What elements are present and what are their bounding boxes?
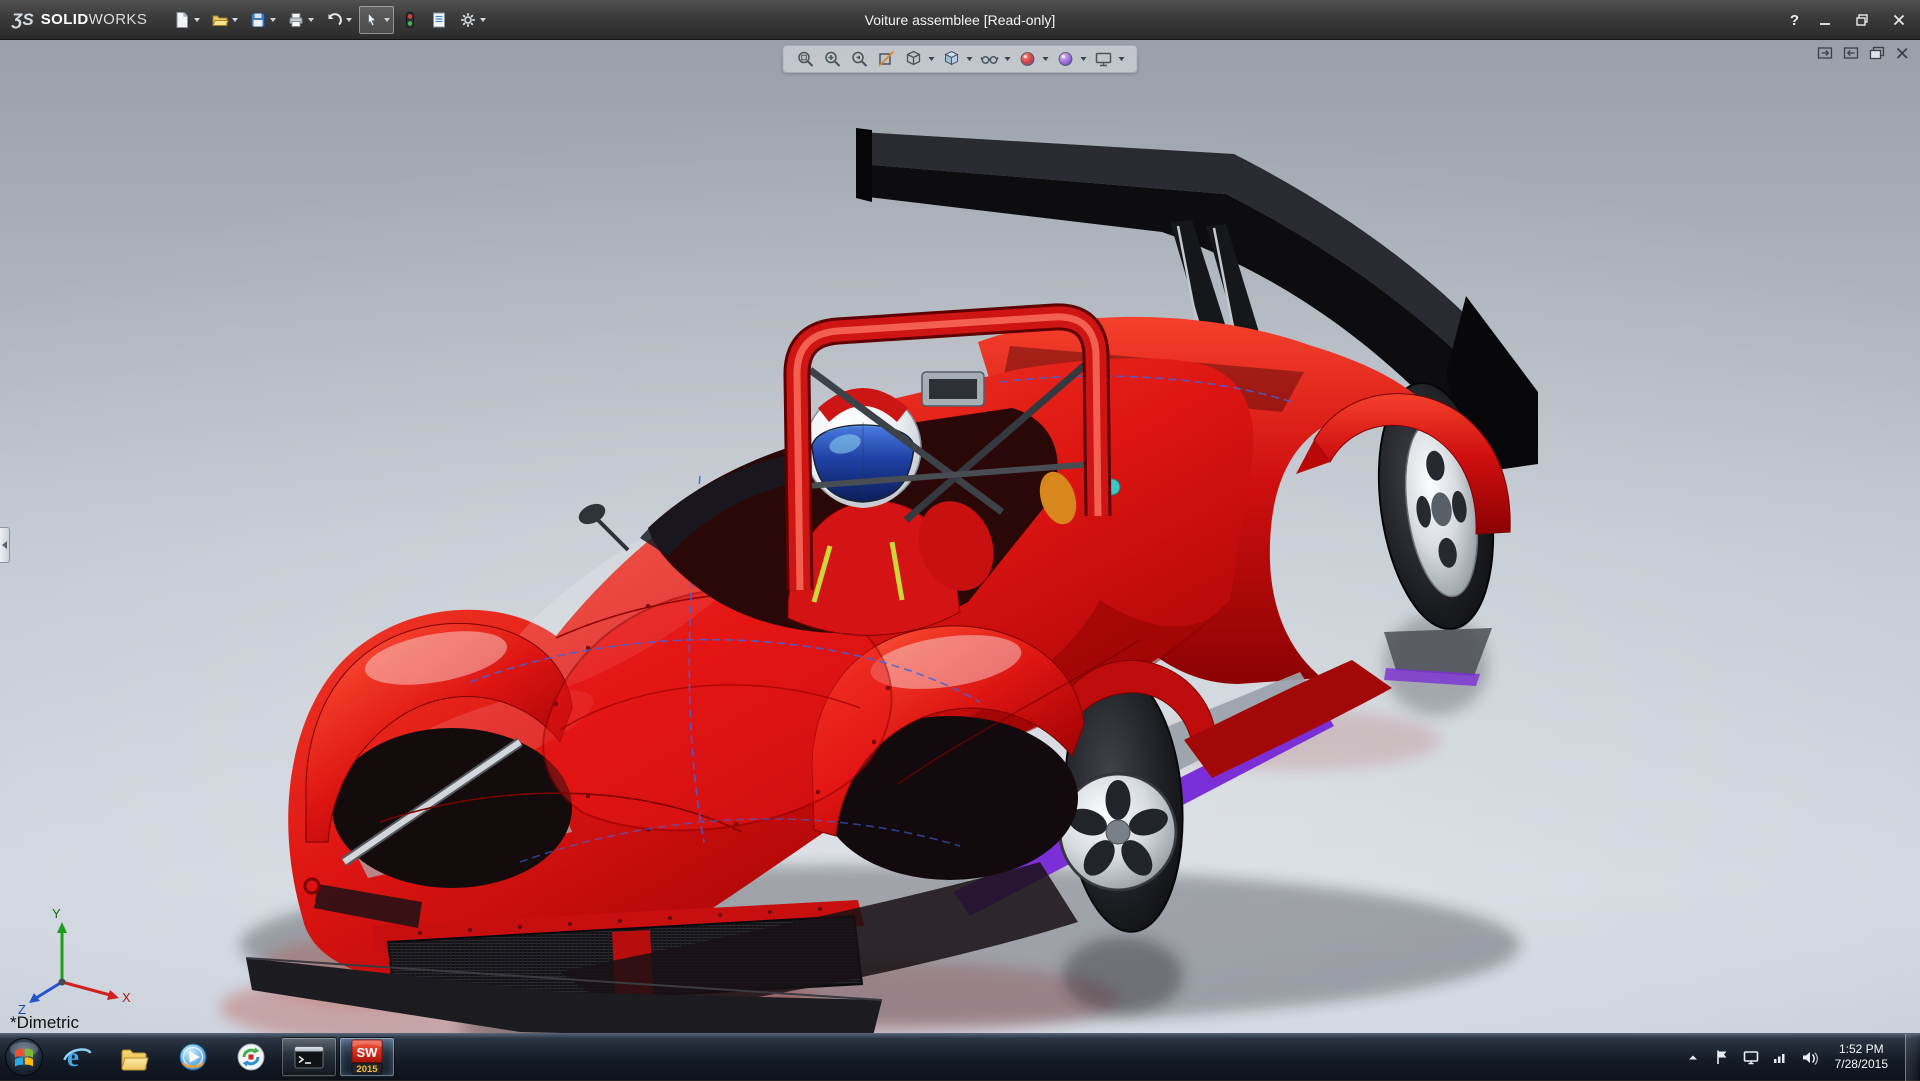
taskbar-command-prompt[interactable] [281, 1037, 337, 1077]
dropdown-caret-icon [194, 18, 200, 22]
windows-start-orb-icon [4, 1037, 44, 1077]
quick-access-toolbar [169, 6, 490, 34]
close-button[interactable] [1888, 9, 1910, 31]
window-title: Voiture assemblee [Read-only] [320, 12, 1600, 28]
dropdown-caret-icon [270, 18, 276, 22]
pane-right-button[interactable] [1843, 46, 1860, 66]
solidworks-2015-icon: SW 2015 [349, 1038, 385, 1076]
undo-button[interactable] [321, 6, 356, 34]
internet-explorer-icon: e [61, 1041, 93, 1073]
start-button[interactable] [0, 1034, 48, 1081]
taskbar-media-player[interactable] [165, 1037, 221, 1077]
dropdown-caret-icon [1005, 57, 1011, 61]
view-settings-button[interactable] [1094, 49, 1125, 69]
svg-text:2015: 2015 [356, 1064, 378, 1075]
minimize-button[interactable] [1814, 9, 1836, 31]
apply-scene-button[interactable] [1056, 49, 1087, 69]
section-view-button[interactable] [877, 49, 897, 69]
zoom-to-fit-button[interactable] [796, 49, 816, 69]
cascade-panes-button[interactable] [1869, 46, 1886, 66]
print-icon [287, 11, 305, 29]
solidworks-brand: ƷS SOLIDWORKS [0, 0, 161, 40]
dropdown-caret-icon [929, 57, 935, 61]
display-icon[interactable] [1742, 1048, 1760, 1066]
titlebar: ƷS SOLIDWORKS [0, 0, 1920, 40]
undo-arrow-icon [325, 11, 343, 29]
volume-icon[interactable] [1800, 1048, 1818, 1066]
select-tool-button[interactable] [359, 6, 394, 34]
close-pane-button[interactable] [1895, 46, 1910, 66]
viewport-pane-controls [1817, 46, 1910, 66]
taskbar-solidworks-launcher[interactable] [223, 1037, 279, 1077]
dassault-3ds-logo-icon: ƷS [12, 10, 34, 30]
folder-icon [119, 1044, 151, 1071]
window-controls: ? [1790, 0, 1910, 40]
clock-time: 1:52 PM [1835, 1042, 1888, 1057]
dropdown-caret-icon [1043, 57, 1049, 61]
svg-text:e: e [67, 1042, 79, 1072]
dropdown-caret-icon [384, 18, 390, 22]
show-desktop-button[interactable] [1905, 1034, 1918, 1081]
graphics-area[interactable]: Y X Z *Dimetric [0, 40, 1920, 1033]
dropdown-caret-icon [346, 18, 352, 22]
brand-name: SOLIDWORKS [41, 11, 148, 28]
svg-text:Y: Y [52, 906, 61, 921]
system-tray: 1:52 PM 7/28/2015 [1684, 1034, 1920, 1080]
media-player-icon [178, 1042, 208, 1072]
dropdown-caret-icon [232, 18, 238, 22]
taskbar-windows-explorer[interactable] [107, 1037, 163, 1077]
restore-button[interactable] [1851, 9, 1873, 31]
chevron-left-icon [2, 541, 7, 549]
options-gear-icon [459, 11, 477, 29]
orientation-triad: Y X Z [16, 902, 136, 1017]
rebuild-stoplight-icon [401, 11, 419, 29]
heads-up-view-toolbar [783, 45, 1138, 73]
hide-show-items-button[interactable] [980, 49, 1011, 69]
network-icon[interactable] [1771, 1048, 1789, 1066]
command-prompt-icon [294, 1045, 324, 1070]
clock-date: 7/28/2015 [1835, 1057, 1888, 1072]
view-orientation-label: *Dimetric [10, 1013, 79, 1033]
new-document-icon [173, 11, 191, 29]
dropdown-caret-icon [1081, 57, 1087, 61]
open-folder-icon [211, 11, 229, 29]
save-button[interactable] [245, 6, 280, 34]
save-floppy-icon [249, 11, 267, 29]
taskbar-clock[interactable]: 1:52 PM 7/28/2015 [1829, 1042, 1894, 1072]
open-button[interactable] [207, 6, 242, 34]
windows-taskbar: e [0, 1033, 1920, 1080]
help-button[interactable]: ? [1790, 12, 1799, 29]
solidworks-launcher-icon [236, 1042, 266, 1072]
dropdown-caret-icon [308, 18, 314, 22]
action-center-flag-icon[interactable] [1713, 1048, 1731, 1066]
taskbar-solidworks-2015[interactable]: SW 2015 [339, 1037, 395, 1077]
3d-scene[interactable] [0, 40, 1920, 1033]
svg-text:X: X [122, 990, 131, 1005]
edit-appearance-button[interactable] [1018, 49, 1049, 69]
dropdown-caret-icon [1119, 57, 1125, 61]
display-style-button[interactable] [942, 49, 973, 69]
svg-text:SW: SW [357, 1045, 379, 1060]
hidden-icons-chevron-button[interactable] [1684, 1048, 1702, 1066]
feature-tree-collapse-handle[interactable] [0, 527, 10, 563]
select-cursor-icon [363, 11, 381, 29]
taskbar-internet-explorer[interactable]: e [49, 1037, 105, 1077]
zoom-to-area-button[interactable] [823, 49, 843, 69]
file-properties-button[interactable] [426, 6, 452, 34]
dropdown-caret-icon [480, 18, 486, 22]
solidworks-window: ƷS SOLIDWORKS [0, 0, 1920, 1080]
print-button[interactable] [283, 6, 318, 34]
options-button[interactable] [455, 6, 490, 34]
view-orientation-button[interactable] [904, 49, 935, 69]
pane-left-button[interactable] [1817, 46, 1834, 66]
rebuild-button[interactable] [397, 6, 423, 34]
dropdown-caret-icon [967, 57, 973, 61]
file-properties-icon [430, 11, 448, 29]
previous-view-button[interactable] [850, 49, 870, 69]
new-document-button[interactable] [169, 6, 204, 34]
